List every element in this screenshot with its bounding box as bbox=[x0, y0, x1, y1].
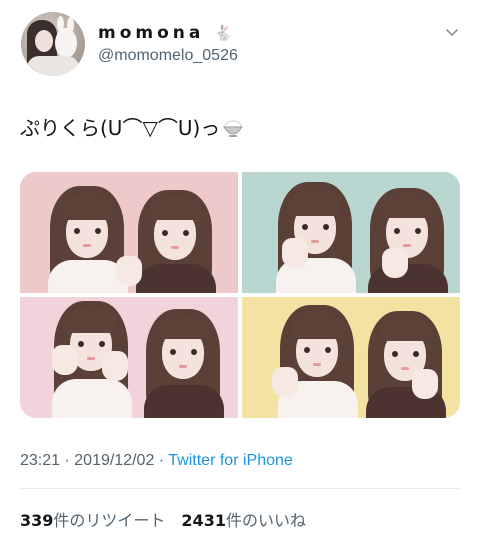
hand bbox=[272, 367, 298, 397]
likes-stat[interactable]: 2431件のいいね bbox=[181, 511, 306, 530]
tweet-source-link[interactable]: Twitter for iPhone bbox=[168, 452, 293, 469]
person bbox=[130, 184, 220, 293]
retweets-label: 件のリツイート bbox=[53, 511, 166, 530]
user-handle[interactable]: @momomelo_0526 bbox=[98, 47, 238, 65]
person bbox=[270, 176, 360, 293]
likes-count: 2431 bbox=[181, 511, 226, 530]
person bbox=[272, 299, 362, 418]
hand bbox=[116, 256, 142, 286]
rabbit-icon: 🐇 bbox=[214, 24, 233, 42]
person bbox=[360, 305, 450, 418]
tweet-text: ぷりくら(U⌒▽⌒U)っ bbox=[20, 112, 244, 141]
chevron-down-icon[interactable] bbox=[444, 24, 460, 40]
separator: · bbox=[60, 452, 75, 469]
rice-bowl-icon bbox=[223, 120, 244, 137]
retweets-count: 339 bbox=[20, 511, 54, 530]
tweet-header: momona 🐇 @momomelo_0526 bbox=[0, 0, 480, 90]
avatar-body bbox=[27, 56, 79, 76]
photo-1[interactable] bbox=[20, 172, 238, 293]
separator: · bbox=[154, 452, 169, 469]
avatar-bunny bbox=[55, 28, 77, 58]
person bbox=[362, 182, 452, 293]
photo-2[interactable] bbox=[242, 172, 460, 293]
person bbox=[138, 303, 228, 418]
hand bbox=[52, 345, 78, 375]
divider bbox=[20, 488, 460, 489]
tweet-stats: 339件のリツイート 2431件のいいね bbox=[20, 507, 306, 531]
hand bbox=[102, 351, 128, 381]
tweet-meta: 23:21 · 2019/12/02 · Twitter for iPhone bbox=[20, 452, 293, 470]
avatar[interactable] bbox=[21, 12, 85, 76]
tweet-date[interactable]: 2019/12/02 bbox=[74, 452, 154, 469]
hand bbox=[382, 248, 408, 278]
tweet-time[interactable]: 23:21 bbox=[20, 452, 60, 469]
retweets-stat[interactable]: 339件のリツイート bbox=[20, 511, 165, 530]
hand bbox=[282, 238, 308, 268]
hand bbox=[412, 369, 438, 399]
likes-label: 件のいいね bbox=[225, 511, 306, 530]
photo-grid bbox=[20, 172, 460, 418]
display-name[interactable]: momona 🐇 bbox=[98, 23, 233, 43]
photo-3[interactable] bbox=[20, 297, 238, 418]
photo-4[interactable] bbox=[242, 297, 460, 418]
tweet-text-content: ぷりくら(U⌒▽⌒U)っ bbox=[20, 116, 221, 140]
display-name-text: momona bbox=[98, 23, 205, 43]
avatar-face bbox=[35, 30, 53, 52]
